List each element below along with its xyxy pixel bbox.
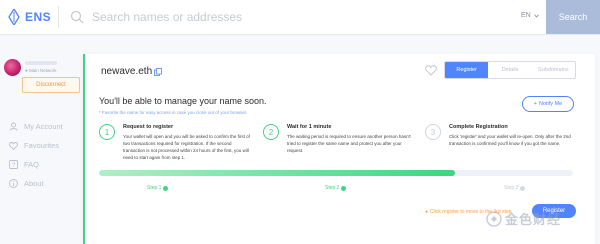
step-title: Wait for 1 minute — [287, 124, 332, 130]
step-description: Click 'register' and your wallet will re… — [449, 134, 571, 146]
step-1-label: Step 1 — [147, 185, 169, 191]
check-icon — [520, 185, 526, 191]
step-2-label: Step 2 — [325, 185, 347, 191]
sidebar-item-label: About — [24, 179, 44, 188]
step-title: Complete Registration — [449, 124, 508, 130]
notify-label: Notify Me — [538, 101, 563, 107]
language-selector[interactable]: EN — [521, 12, 539, 19]
warning-dot-icon: ● — [425, 209, 429, 215]
logo-text: ENS — [25, 10, 52, 24]
heart-icon — [8, 141, 18, 151]
chevron-down-icon — [533, 14, 539, 18]
ens-logo-icon — [8, 9, 20, 25]
domain-name: newave.eth — [101, 66, 153, 77]
sidebar-item-about[interactable]: About — [8, 178, 63, 189]
favorite-note: * Favorite the name for easy access in c… — [99, 110, 248, 115]
sidebar-item-label: FAQ — [24, 160, 40, 169]
sidebar-item-label: Favourites — [24, 141, 60, 150]
account-address-placeholder — [25, 61, 57, 65]
step-title: Request to register — [123, 124, 174, 130]
step-description: The waiting period is required to ensure… — [287, 134, 411, 153]
step-label-text: Step 1 — [147, 185, 162, 191]
step-description: Your wallet will open and you will be as… — [123, 134, 250, 160]
registration-progress-bar — [99, 170, 573, 176]
language-label: EN — [521, 12, 531, 19]
domain-title: newave.eth — [101, 66, 163, 77]
search-icon — [70, 10, 84, 24]
sidebar-item-my-account[interactable]: My Account — [8, 121, 63, 132]
ens-logo[interactable]: ENS — [8, 9, 51, 25]
sidebar-nav: My Account Favourites ? FAQ About — [8, 121, 63, 197]
watermark-logo-icon — [486, 210, 502, 227]
watermark-text: 金色财经 — [505, 212, 562, 227]
domain-tabs: Register Details Subdomains — [444, 61, 576, 79]
top-bar: ENS EN Search — [0, 0, 600, 35]
sidebar-item-faq[interactable]: ? FAQ — [8, 159, 63, 170]
check-icon — [163, 185, 169, 191]
search-button[interactable]: Search — [546, 0, 600, 34]
sidebar-item-label: My Account — [24, 122, 63, 131]
check-icon — [341, 185, 347, 191]
step-3-label: Step 3 — [504, 185, 526, 191]
tab-details[interactable]: Details — [488, 62, 531, 78]
progress-fill — [99, 170, 455, 176]
watermark: 金色财经 — [486, 209, 561, 228]
tab-subdomains[interactable]: Subdomains — [532, 62, 575, 78]
network-indicator: ● Main Network — [25, 68, 57, 73]
copy-icon[interactable] — [154, 67, 163, 76]
page-headline: You'll be able to manage your name soon. — [99, 96, 267, 106]
step-label-text: Step 2 — [325, 185, 340, 191]
bell-icon: + — [533, 101, 537, 107]
search-input[interactable] — [90, 5, 494, 29]
header-divider — [58, 6, 59, 28]
question-icon: ? — [8, 160, 18, 170]
user-icon — [8, 122, 18, 132]
avatar[interactable] — [4, 59, 21, 76]
sidebar-item-favourites[interactable]: Favourites — [8, 140, 63, 151]
notify-me-button[interactable]: + Notify Me — [522, 96, 574, 112]
disconnect-button[interactable]: Disconnect — [22, 77, 80, 93]
tab-register[interactable]: Register — [445, 62, 489, 78]
favourite-heart-icon[interactable] — [425, 65, 437, 76]
step-label-text: Step 3 — [504, 185, 519, 191]
network-label: Main Network — [28, 68, 57, 73]
step-number: 1 — [99, 124, 115, 140]
step-number: 3 — [425, 124, 441, 140]
info-icon — [8, 179, 18, 189]
step-number: 2 — [263, 124, 279, 140]
